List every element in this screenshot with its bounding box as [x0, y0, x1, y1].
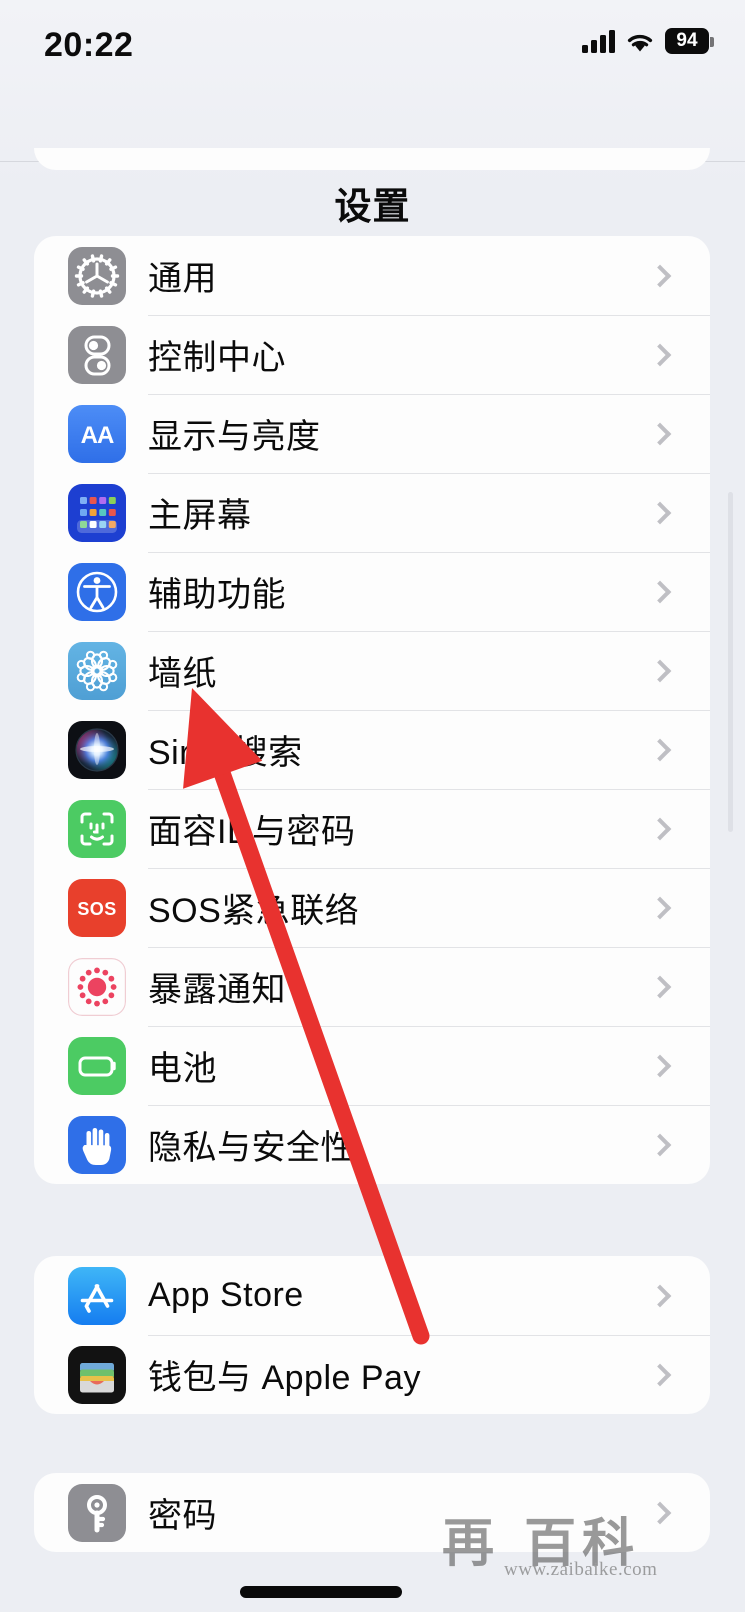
chevron-right-icon — [648, 975, 672, 998]
chevron-right-icon — [648, 659, 672, 682]
settings-row-label: Siri与搜索 — [148, 734, 303, 772]
row-separator — [148, 315, 710, 316]
settings-row-label: 墙纸 — [148, 655, 217, 693]
row-separator — [148, 552, 710, 553]
settings-row-label: 控制中心 — [148, 339, 286, 377]
wallpaper-icon — [68, 641, 126, 700]
chevron-right-icon — [648, 422, 672, 445]
display-brightness-icon: AA — [68, 404, 126, 463]
settings-row[interactable]: AA 显示与亮度 — [34, 394, 710, 473]
vertical-scrollbar[interactable] — [728, 492, 733, 832]
status-bar-time: 20:22 — [44, 26, 134, 64]
home-screen-icon — [68, 483, 126, 542]
chevron-right-icon — [648, 1363, 672, 1386]
settings-row-label: 通用 — [148, 260, 217, 298]
wifi-icon — [625, 30, 655, 53]
row-separator — [148, 394, 710, 395]
settings-row[interactable]: App Store — [34, 1256, 710, 1335]
settings-row[interactable]: 辅助功能 — [34, 552, 710, 631]
previous-group-card-partial — [34, 148, 710, 170]
row-separator — [148, 710, 710, 711]
row-separator — [148, 1026, 710, 1027]
passwords-key-icon — [68, 1483, 126, 1542]
settings-row[interactable]: 面容ID与密码 — [34, 789, 710, 868]
siri-icon — [68, 720, 126, 779]
settings-row-label: App Store — [148, 1276, 304, 1314]
sos-icon: SOS — [68, 878, 126, 937]
privacy-hand-icon — [68, 1115, 126, 1174]
chevron-right-icon — [648, 896, 672, 919]
accessibility-icon — [68, 562, 126, 621]
row-separator — [148, 868, 710, 869]
settings-row-label: 隐私与安全性 — [148, 1129, 355, 1167]
chevron-right-icon — [648, 501, 672, 524]
row-separator — [148, 789, 710, 790]
status-bar: 20:22 94 — [0, 0, 745, 82]
wallet-icon — [68, 1345, 126, 1404]
settings-row[interactable]: 隐私与安全性 — [34, 1105, 710, 1184]
settings-row[interactable]: 钱包与 Apple Pay — [34, 1335, 710, 1414]
watermark: 再 百科 www.zaibaike.com — [442, 1497, 712, 1592]
settings-row-label: 面容ID与密码 — [148, 813, 356, 851]
gear-icon — [68, 246, 126, 305]
settings-row[interactable]: 暴露通知 — [34, 947, 710, 1026]
chevron-right-icon — [648, 817, 672, 840]
settings-row-label: 暴露通知 — [148, 971, 286, 1009]
battery-percent-badge: 94 — [665, 28, 714, 54]
face-id-icon — [68, 799, 126, 858]
settings-row[interactable]: SOS SOS紧急联络 — [34, 868, 710, 947]
chevron-right-icon — [648, 1133, 672, 1156]
row-separator — [148, 1105, 710, 1106]
settings-row-label: SOS紧急联络 — [148, 892, 360, 930]
chevron-right-icon — [648, 738, 672, 761]
home-indicator[interactable] — [240, 1586, 402, 1598]
control-center-icon — [68, 325, 126, 384]
svg-text:SOS: SOS — [77, 899, 116, 919]
row-separator — [148, 473, 710, 474]
exposure-notification-icon — [68, 957, 126, 1016]
svg-text:AA: AA — [81, 422, 114, 449]
iphone-settings-screen: 20:22 94 设置 通用 控制中心 AA 显示与亮度 主屏幕 辅助功能 墙纸… — [0, 0, 745, 1612]
row-separator — [148, 947, 710, 948]
settings-row-label: 钱包与 Apple Pay — [148, 1359, 421, 1397]
settings-row-label: 辅助功能 — [148, 576, 286, 614]
settings-group-store-group: App Store 钱包与 Apple Pay — [34, 1256, 710, 1414]
chevron-right-icon — [648, 1284, 672, 1307]
chevron-right-icon — [648, 343, 672, 366]
settings-scroll-view[interactable]: 通用 控制中心 AA 显示与亮度 主屏幕 辅助功能 墙纸 Siri与搜索 面容I… — [0, 148, 745, 1612]
chevron-right-icon — [648, 1054, 672, 1077]
settings-row[interactable]: 电池 — [34, 1026, 710, 1105]
signal-bars-icon — [582, 29, 615, 53]
settings-row[interactable]: 控制中心 — [34, 315, 710, 394]
settings-row-label: 密码 — [148, 1497, 217, 1535]
settings-row[interactable]: 主屏幕 — [34, 473, 710, 552]
settings-group-system-group: 通用 控制中心 AA 显示与亮度 主屏幕 辅助功能 墙纸 Siri与搜索 面容I… — [34, 236, 710, 1184]
watermark-url: www.zaibaike.com — [504, 1559, 658, 1580]
chevron-right-icon — [648, 580, 672, 603]
settings-row[interactable]: 墙纸 — [34, 631, 710, 710]
chevron-right-icon — [648, 264, 672, 287]
settings-row-label: 主屏幕 — [148, 497, 252, 535]
battery-icon — [68, 1036, 126, 1095]
status-bar-indicators: 94 — [582, 28, 714, 54]
settings-row-label: 显示与亮度 — [148, 418, 321, 456]
settings-row-label: 电池 — [148, 1050, 217, 1088]
settings-row[interactable]: 通用 — [34, 236, 710, 315]
row-separator — [148, 1335, 710, 1336]
row-separator — [148, 631, 710, 632]
settings-row[interactable]: Siri与搜索 — [34, 710, 710, 789]
app-store-icon — [68, 1266, 126, 1325]
